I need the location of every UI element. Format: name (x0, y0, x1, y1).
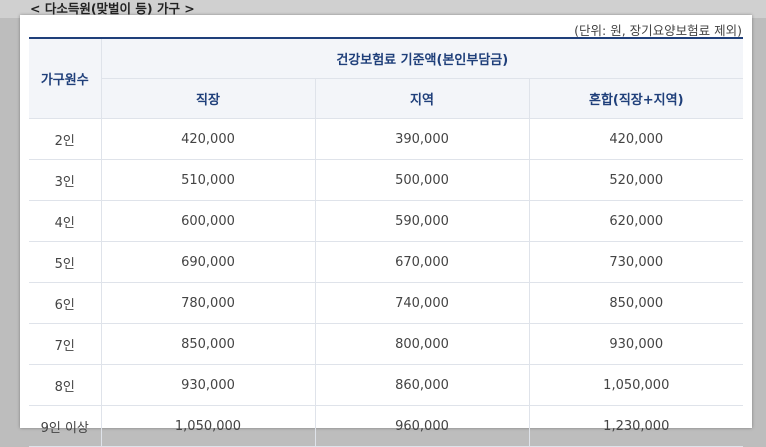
table-panel: (단위: 원, 장기요양보험료 제외) 가구원수 건강보험료 기준액(본인부담금… (20, 15, 752, 447)
table-row: 6인 780,000 740,000 850,000 (29, 282, 744, 324)
regional-cell: 670,000 (314, 241, 530, 283)
regional-cell: 590,000 (314, 200, 530, 242)
regional-cell: 960,000 (314, 405, 530, 447)
regional-cell: 800,000 (314, 323, 530, 365)
household-size-cell: 9인 이상 (29, 405, 102, 447)
household-size-cell: 8인 (29, 364, 102, 406)
workplace-cell: 690,000 (100, 241, 316, 283)
household-size-cell: 4인 (29, 200, 102, 242)
mixed-cell: 850,000 (528, 282, 744, 324)
table-row: 5인 690,000 670,000 730,000 (29, 241, 744, 283)
table-row: 2인 420,000 390,000 420,000 (29, 118, 744, 160)
premium-group-header: 건강보험료 기준액(본인부담금) (100, 37, 744, 79)
workplace-cell: 510,000 (100, 159, 316, 201)
household-size-cell: 6인 (29, 282, 102, 324)
column-header-workplace: 직장 (101, 78, 316, 119)
mixed-cell: 520,000 (528, 159, 744, 201)
workplace-cell: 780,000 (100, 282, 316, 324)
table-row: 3인 510,000 500,000 520,000 (29, 159, 744, 201)
workplace-cell: 600,000 (100, 200, 316, 242)
household-size-header: 가구원수 (29, 37, 102, 119)
table-row: 7인 850,000 800,000 930,000 (29, 323, 744, 365)
table-row: 8인 930,000 860,000 1,050,000 (29, 364, 744, 406)
regional-cell: 500,000 (314, 159, 530, 201)
workplace-cell: 420,000 (100, 118, 316, 160)
household-size-cell: 7인 (29, 323, 102, 365)
mixed-cell: 1,050,000 (528, 364, 744, 406)
household-size-cell: 3인 (29, 159, 102, 201)
regional-cell: 860,000 (314, 364, 530, 406)
regional-cell: 390,000 (314, 118, 530, 160)
mixed-cell: 620,000 (528, 200, 744, 242)
table-row: 4인 600,000 590,000 620,000 (29, 200, 744, 242)
workplace-cell: 1,050,000 (100, 405, 316, 447)
table-row: 9인 이상 1,050,000 960,000 1,230,000 (29, 405, 744, 447)
mixed-cell: 930,000 (528, 323, 744, 365)
household-size-cell: 5인 (29, 241, 102, 283)
regional-cell: 740,000 (314, 282, 530, 324)
mixed-cell: 730,000 (528, 241, 744, 283)
workplace-cell: 850,000 (100, 323, 316, 365)
mixed-cell: 1,230,000 (528, 405, 744, 447)
column-header-regional: 지역 (314, 78, 530, 119)
household-size-cell: 2인 (29, 118, 102, 160)
premium-table: 가구원수 건강보험료 기준액(본인부담금) 직장 지역 혼합(직장+지역) 2인… (29, 37, 744, 447)
workplace-cell: 930,000 (100, 364, 316, 406)
column-header-mixed: 혼합(직장+지역) (528, 78, 744, 119)
mixed-cell: 420,000 (528, 118, 744, 160)
